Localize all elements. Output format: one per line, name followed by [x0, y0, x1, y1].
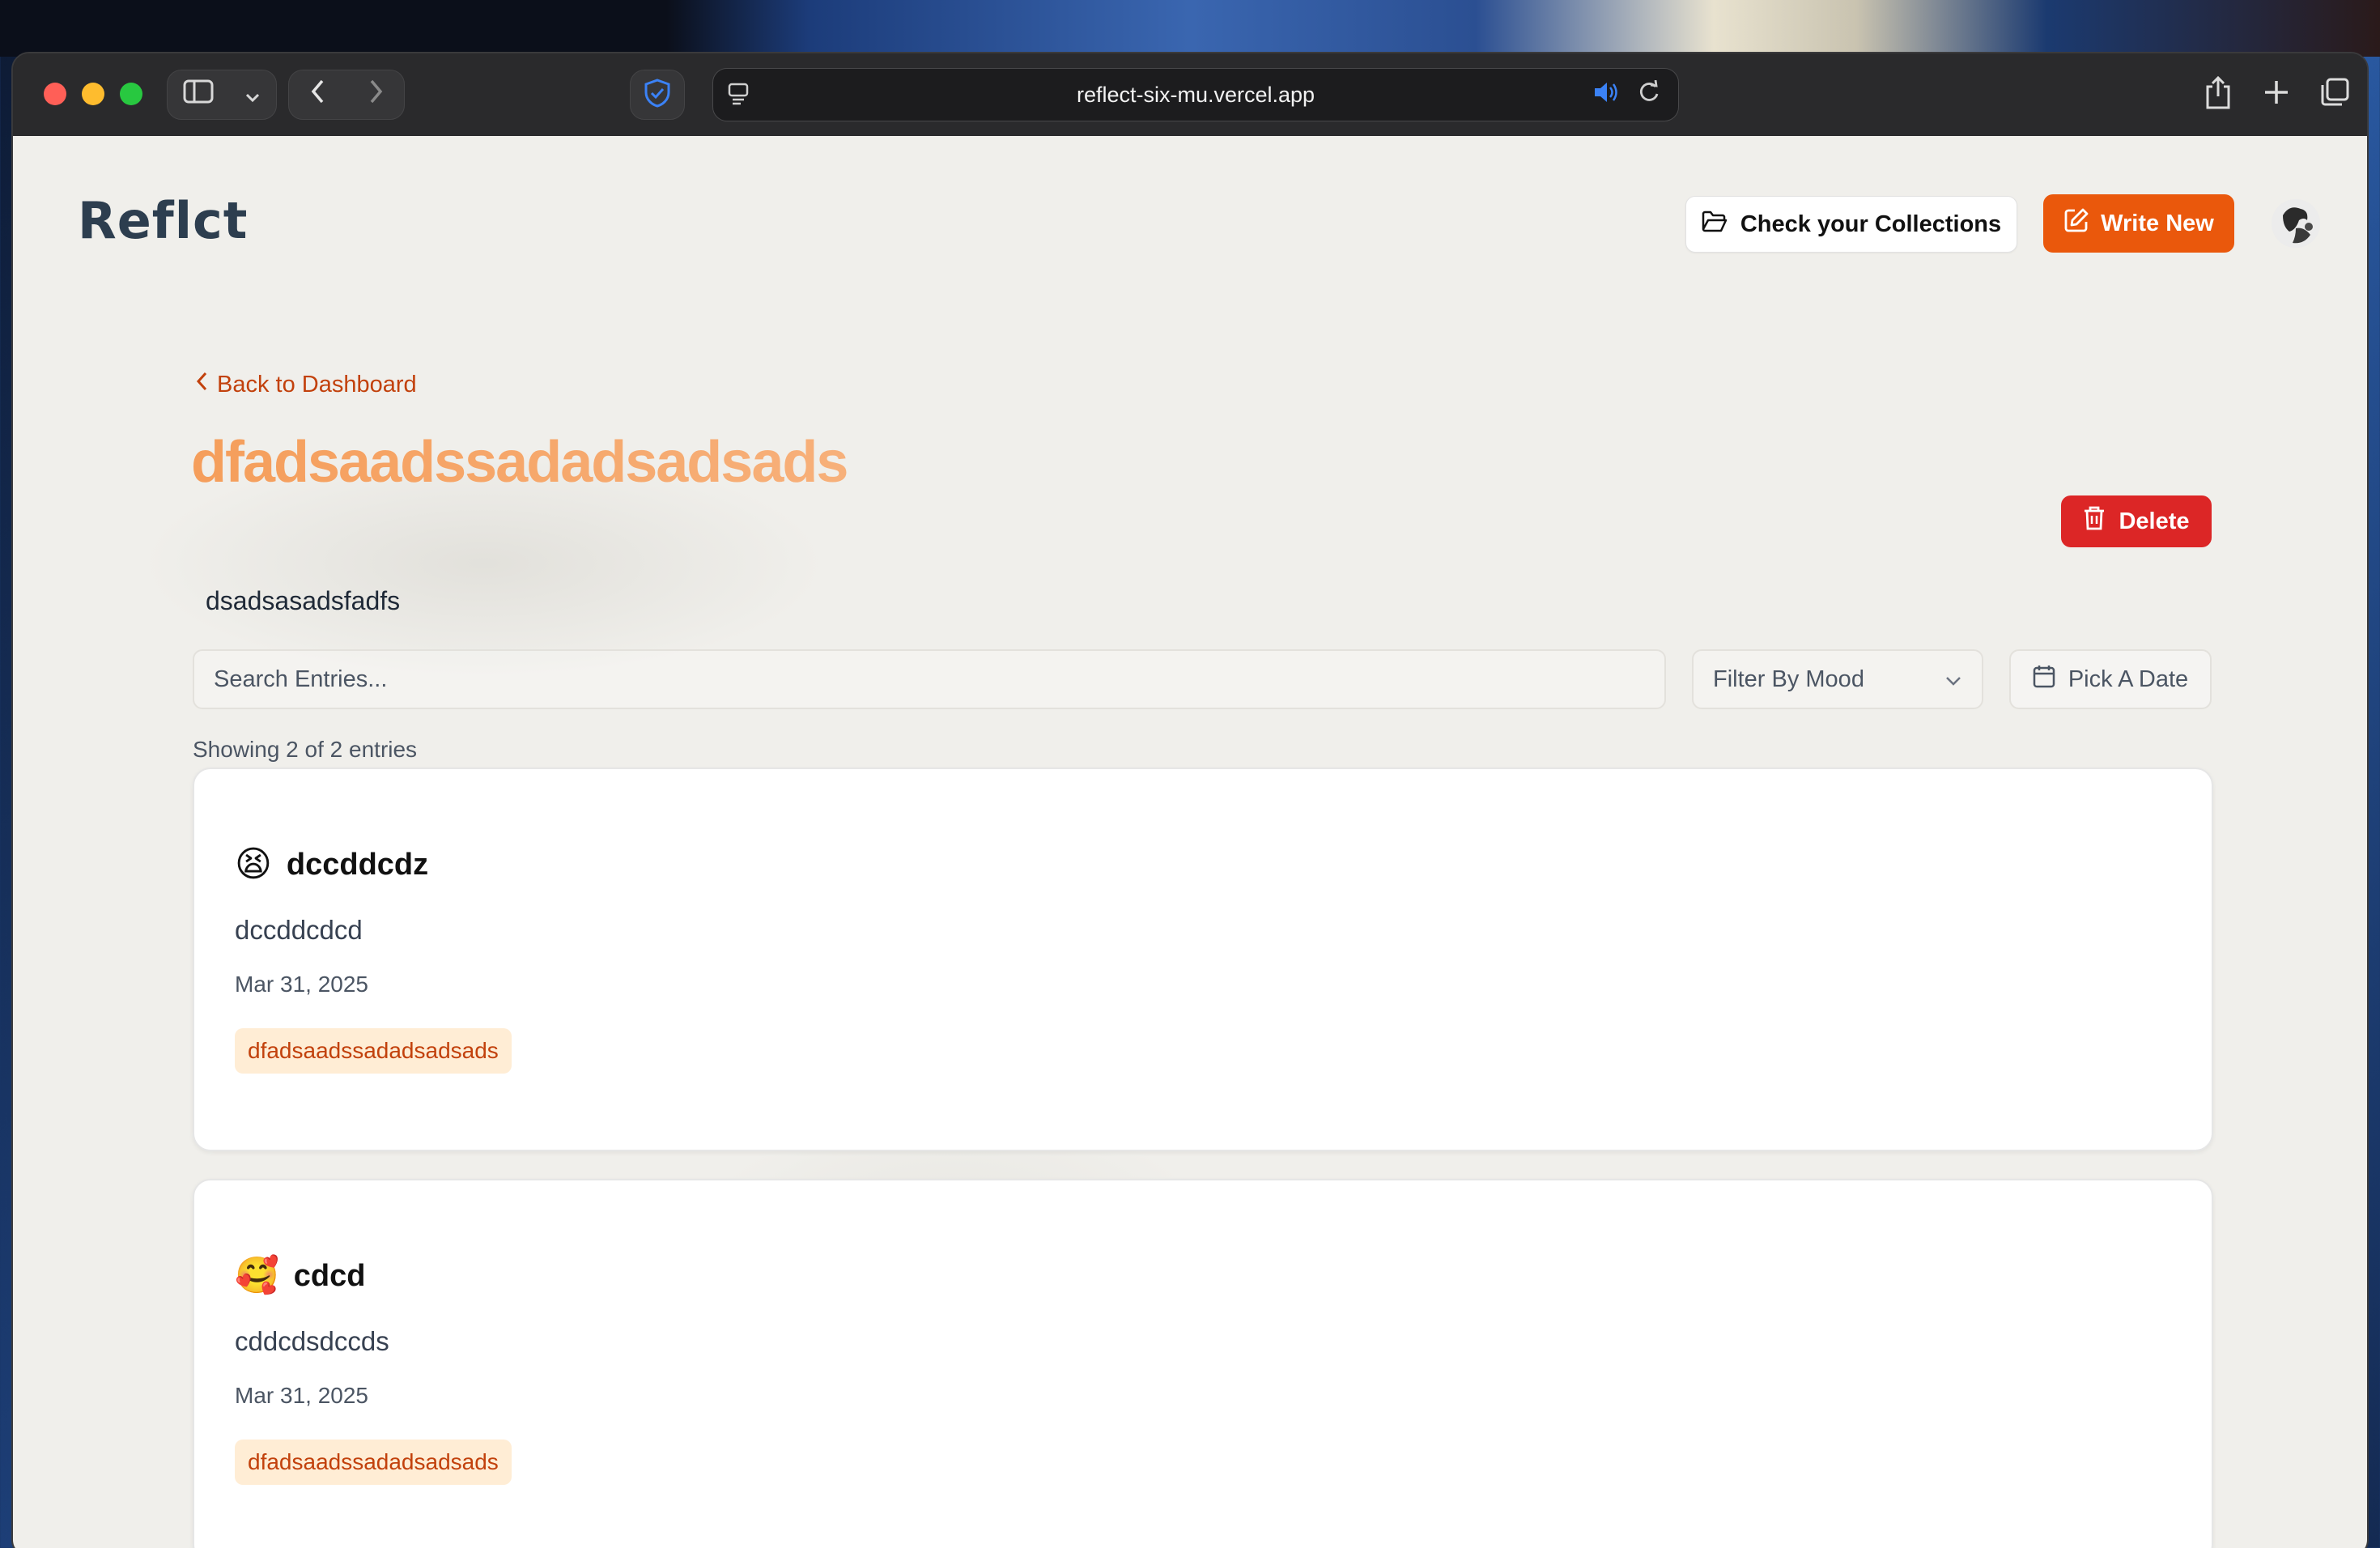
collection-description: dsadsasadsfadfs: [206, 586, 401, 615]
mood-emoji-icon: 😫: [235, 844, 272, 885]
app-logo[interactable]: Reflct: [78, 191, 248, 250]
entry-body: dccddcdcd: [235, 915, 363, 945]
browser-toolbar: reflect-six-mu.vercel.app: [13, 53, 2367, 136]
entry-title: cdcd: [293, 1258, 366, 1293]
speaker-icon[interactable]: [1592, 80, 1620, 110]
back-to-dashboard-label: Back to Dashboard: [217, 371, 417, 398]
share-icon[interactable]: [2202, 73, 2234, 112]
chevron-down-icon: [1944, 666, 1962, 693]
address-bar[interactable]: reflect-six-mu.vercel.app: [712, 68, 1679, 121]
delete-collection-button[interactable]: Delete: [2061, 495, 2212, 547]
sidebar-icon: [183, 79, 214, 110]
collection-title: dfadsaadssadadsadsads: [191, 430, 848, 495]
url-text: reflect-six-mu.vercel.app: [1076, 82, 1315, 107]
delete-label: Delete: [2119, 508, 2190, 534]
navigation-buttons: [288, 70, 405, 120]
desktop-wallpaper: [0, 0, 2380, 57]
pen-square-icon: [2063, 207, 2089, 240]
filter-by-mood-select[interactable]: Filter By Mood: [1692, 649, 1983, 709]
entries-count-text: Showing 2 of 2 entries: [193, 737, 418, 762]
collection-tag: dfadsaadssadadsadsads: [235, 1440, 512, 1485]
check-collections-label: Check your Collections: [1740, 211, 2002, 237]
page-menu-icon[interactable]: [728, 82, 749, 112]
calendar-icon: [2033, 664, 2055, 695]
write-new-label: Write New: [2101, 210, 2214, 236]
chevron-down-icon: [244, 80, 261, 110]
new-tab-icon[interactable]: [2260, 73, 2293, 112]
entry-card[interactable]: 🥰 cdcd cddcdsdccds Mar 31, 2025 dfadsaad…: [193, 1179, 2213, 1548]
sidebar-toggle-button[interactable]: [167, 70, 277, 120]
maximize-window-button[interactable]: [120, 83, 142, 105]
entry-title: dccddcdz: [286, 847, 429, 882]
forward-arrow-icon[interactable]: [368, 79, 384, 111]
entry-date: Mar 31, 2025: [235, 972, 368, 997]
pick-a-date-button[interactable]: Pick A Date: [2009, 649, 2212, 709]
chevron-left-icon: [196, 371, 209, 398]
filter-by-mood-label: Filter By Mood: [1713, 666, 1864, 692]
check-collections-button[interactable]: Check your Collections: [1685, 196, 2017, 253]
search-entries-input[interactable]: [193, 649, 1666, 709]
back-arrow-icon[interactable]: [310, 79, 326, 111]
tab-overview-icon[interactable]: [2318, 73, 2351, 112]
reload-icon[interactable]: [1638, 79, 1660, 110]
minimize-window-button[interactable]: [82, 83, 104, 105]
close-window-button[interactable]: [44, 83, 66, 105]
entry-card[interactable]: 😫 dccddcdz dccddcdcd Mar 31, 2025 dfadsa…: [193, 768, 2213, 1151]
back-to-dashboard-link[interactable]: Back to Dashboard: [196, 371, 417, 398]
entry-body: cddcdsdccds: [235, 1326, 389, 1356]
folder-open-icon: [1702, 210, 1728, 239]
entry-date: Mar 31, 2025: [235, 1383, 368, 1408]
pick-a-date-label: Pick A Date: [2068, 666, 2189, 692]
browser-window: reflect-six-mu.vercel.app Reflct Check y…: [11, 52, 2369, 1548]
trash-icon: [2083, 505, 2106, 538]
window-controls: [44, 83, 142, 105]
collection-tag: dfadsaadssadadsadsads: [235, 1028, 512, 1074]
write-new-button[interactable]: Write New: [2043, 194, 2234, 253]
user-avatar[interactable]: [2272, 199, 2320, 248]
shield-icon: [644, 78, 671, 113]
privacy-shield-button[interactable]: [630, 70, 685, 120]
mood-emoji-icon: 🥰: [235, 1255, 279, 1296]
web-page: Reflct Check your Collections Write New …: [13, 136, 2367, 1548]
